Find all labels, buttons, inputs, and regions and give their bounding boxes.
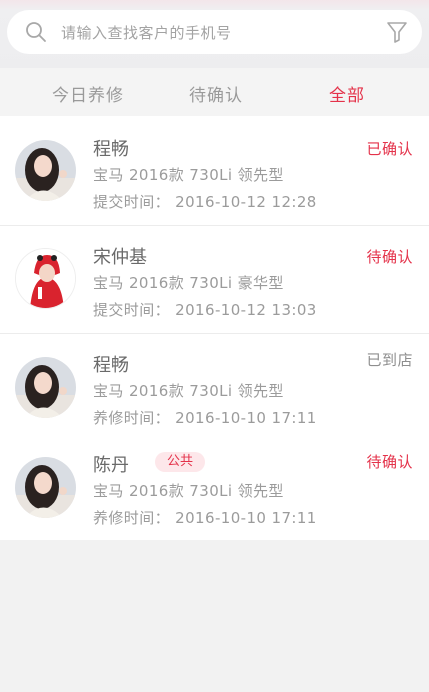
status-badge: 已确认 bbox=[366, 140, 413, 158]
list-item[interactable]: 程畅 宝马 2016款 730Li 领先型 养修时间： 2016-10-10 1… bbox=[0, 334, 429, 442]
public-badge: 公共 bbox=[155, 452, 205, 472]
avatar bbox=[15, 457, 76, 518]
search-icon[interactable] bbox=[25, 21, 47, 43]
search-input[interactable]: 请输入查找客户的手机号 bbox=[61, 22, 232, 43]
customer-name: 程畅 bbox=[93, 355, 129, 376]
car-model: 宝马 2016款 730Li 领先型 bbox=[93, 382, 284, 400]
submit-time: 提交时间： 2016-10-12 12:28 bbox=[93, 193, 317, 211]
avatar bbox=[15, 248, 76, 309]
list-item[interactable]: 陈丹 公共 宝马 2016款 730Li 领先型 养修时间： 2016-10-1… bbox=[0, 442, 429, 540]
car-model: 宝马 2016款 730Li 领先型 bbox=[93, 482, 284, 500]
avatar bbox=[15, 357, 76, 418]
tab-bar: 今日养修 待确认 全部 bbox=[0, 68, 429, 116]
status-badge: 待确认 bbox=[366, 248, 413, 266]
status-badge: 已到店 bbox=[366, 351, 413, 369]
maintenance-time: 养修时间： 2016-10-10 17:11 bbox=[93, 509, 317, 527]
car-model: 宝马 2016款 730Li 豪华型 bbox=[93, 274, 284, 292]
search-bar[interactable]: 请输入查找客户的手机号 bbox=[7, 10, 422, 54]
submit-time: 提交时间： 2016-10-12 13:03 bbox=[93, 301, 317, 319]
status-badge: 待确认 bbox=[366, 453, 413, 471]
car-model: 宝马 2016款 730Li 领先型 bbox=[93, 166, 284, 184]
customer-name: 宋仲基 bbox=[93, 247, 147, 268]
list-item[interactable]: 程畅 宝马 2016款 730Li 领先型 提交时间： 2016-10-12 1… bbox=[0, 116, 429, 225]
tab-today-maintenance[interactable]: 今日养修 bbox=[52, 81, 124, 106]
avatar bbox=[15, 140, 76, 201]
filter-icon[interactable] bbox=[386, 20, 408, 44]
maintenance-time: 养修时间： 2016-10-10 17:11 bbox=[93, 409, 317, 427]
customer-name: 程畅 bbox=[93, 139, 129, 160]
customer-name: 陈丹 bbox=[93, 455, 129, 476]
tab-pending[interactable]: 待确认 bbox=[189, 81, 243, 106]
tab-all[interactable]: 全部 bbox=[329, 81, 365, 106]
top-bar: 请输入查找客户的手机号 bbox=[0, 0, 429, 68]
list-item[interactable]: 宋仲基 宝马 2016款 730Li 豪华型 提交时间： 2016-10-12 … bbox=[0, 226, 429, 333]
